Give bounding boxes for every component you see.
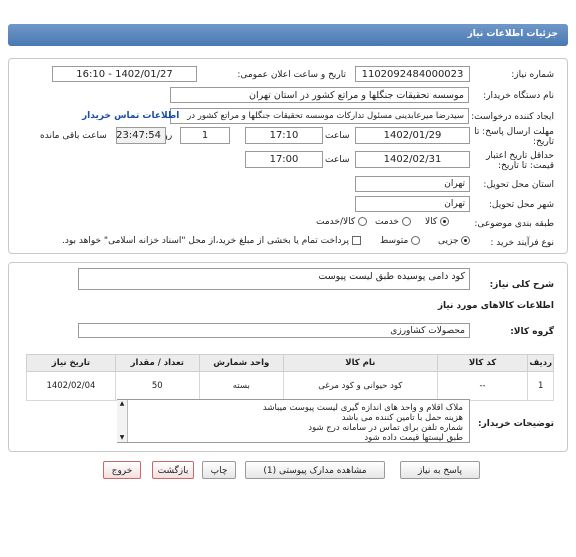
deadline-label: مهلت ارسال پاسخ: تا تاریخ: [474, 127, 554, 147]
radio-icon[interactable] [411, 236, 421, 245]
goods-info-title: اطلاعات کالاهای مورد نیاز [437, 301, 554, 311]
print-button[interactable]: چاپ [202, 461, 236, 479]
page-header: جزئیات اطلاعات نیاز [8, 24, 568, 46]
process-option-medium-label: متوسط [380, 236, 409, 246]
announce-label: تاریخ و ساعت اعلان عمومی: [237, 70, 346, 80]
requester-label: ایجاد کننده درخواست: [471, 112, 554, 122]
buyer-note-line: شماره تلفن برای تماس در سامانه درج شود [308, 423, 463, 433]
deadline-time-field: 17:10 [245, 127, 323, 144]
category-option-goods[interactable]: کالا [425, 217, 450, 227]
category-option-both[interactable]: کالا/خدمت [316, 217, 368, 227]
province-field: تهران [355, 176, 470, 192]
need-number-field: 1102092484000023 [355, 66, 470, 82]
category-option-service-label: خدمت [375, 217, 399, 227]
scroll-down-icon[interactable]: ▼ [117, 434, 127, 442]
description-label: شرح کلی نیاز: [489, 280, 554, 290]
table-cell: بسته [198, 371, 284, 401]
validity-date-field: 1402/02/31 [355, 151, 470, 168]
deadline-time-label: ساعت [325, 131, 350, 141]
province-label: استان محل تحویل: [483, 180, 554, 190]
table-header: کد کالا [436, 354, 529, 372]
remaining-time-field: 23:47:54 [116, 127, 166, 144]
process-label: نوع فرآیند خرید : [490, 238, 554, 248]
table-header: ردیف [527, 354, 554, 372]
buyer-org-label: نام دستگاه خریدار: [483, 91, 554, 101]
need-number-label: شماره نیاز: [511, 70, 554, 80]
deadline-days-field: 1 [180, 127, 230, 144]
radio-icon[interactable] [358, 217, 368, 226]
process-option-minor[interactable]: جزیی [438, 236, 471, 246]
process-option-medium[interactable]: متوسط [380, 236, 421, 246]
deadline-label-text: مهلت ارسال پاسخ: تا تاریخ: [474, 127, 554, 147]
table-header: واحد شمارش [198, 354, 284, 372]
buyer-org-field: موسسه تحقیقات جنگلها و مراتع کشور در است… [170, 87, 469, 103]
buyer-note-line: ملاک اقلام و واحد های اندازه گیری لیست پ… [262, 403, 463, 413]
category-option-goods-label: کالا [425, 217, 438, 227]
category-option-both-label: کالا/خدمت [316, 217, 356, 227]
validity-time-field: 17:00 [245, 151, 323, 168]
validity-label-text: حداقل تاریخ اعتبار قیمت: تا تاریخ: [486, 151, 554, 171]
table-header: تعداد / مقدار [114, 354, 200, 372]
buyer-note-line: هزینه حمل با تامین کننده می باشد [341, 413, 463, 423]
table-cell: 1402/02/04 [26, 371, 116, 401]
process-option-minor-label: جزیی [438, 236, 459, 246]
validity-label: حداقل تاریخ اعتبار قیمت: تا تاریخ: [474, 151, 554, 171]
reply-button[interactable]: پاسخ به نیاز [400, 461, 480, 479]
exit-button[interactable]: خروج [103, 461, 141, 479]
buyer-notes-textarea[interactable]: ملاک اقلام و واحد های اندازه گیری لیست پ… [117, 399, 470, 443]
requester-field: سیدرضا میرعابدینی مسئول تدارکات موسسه تح… [170, 108, 469, 124]
checkbox-icon[interactable] [351, 236, 361, 245]
announce-field: 1402/01/27 - 16:10 [52, 66, 197, 82]
page-title: جزئیات اطلاعات نیاز [467, 29, 558, 39]
table-header: نام کالا [282, 354, 438, 372]
radio-selected-icon[interactable] [461, 236, 471, 245]
table-row: 1 -- کود حیوانی و کود مرغی بسته 50 1402/… [26, 371, 554, 401]
table-header: تاریخ نیاز [26, 354, 116, 372]
description-field: کود دامی پوسیده طبق لیست پیوست [78, 268, 470, 290]
back-button[interactable]: بازگشت [152, 461, 194, 479]
radio-selected-icon[interactable] [440, 217, 450, 226]
goods-group-label: گروه کالا: [510, 327, 554, 337]
table-cell: کود حیوانی و کود مرغی [282, 371, 438, 401]
table-cell: 50 [114, 371, 200, 401]
category-label: طبقه بندی موضوعی: [474, 219, 554, 229]
table-cell: -- [436, 371, 529, 401]
goods-table: ردیف کد کالا نام کالا واحد شمارش تعداد /… [26, 354, 554, 401]
buyer-note-line: طبق لیستها قیمت داده شود [364, 433, 463, 443]
table-cell: 1 [527, 371, 554, 401]
table-header-row: ردیف کد کالا نام کالا واحد شمارش تعداد /… [26, 354, 554, 372]
radio-icon[interactable] [401, 217, 411, 226]
category-option-service[interactable]: خدمت [375, 217, 411, 227]
city-field: تهران [355, 196, 470, 212]
buyer-contact-link[interactable]: اطلاعات تماس خریدار [82, 111, 179, 121]
deadline-date-field: 1402/01/29 [355, 127, 470, 144]
treasury-payment-checkbox[interactable]: پرداخت تمام یا بخشی از مبلغ خرید،از محل … [62, 236, 361, 246]
attachments-button[interactable]: مشاهده مدارک پیوستی (1) [245, 461, 385, 479]
buyer-notes-label: توضیحات خریدار: [478, 419, 554, 429]
notes-scrollbar[interactable]: ▲ ▼ [117, 400, 128, 442]
goods-group-field: محصولات کشاورزی [78, 323, 470, 338]
treasury-payment-note: پرداخت تمام یا بخشی از مبلغ خرید،از محل … [62, 236, 350, 246]
remaining-time-label: ساعت باقی مانده [40, 131, 107, 141]
city-label: شهر محل تحویل: [488, 200, 554, 210]
validity-time-label: ساعت [325, 155, 350, 165]
scroll-up-icon[interactable]: ▲ [117, 400, 127, 408]
